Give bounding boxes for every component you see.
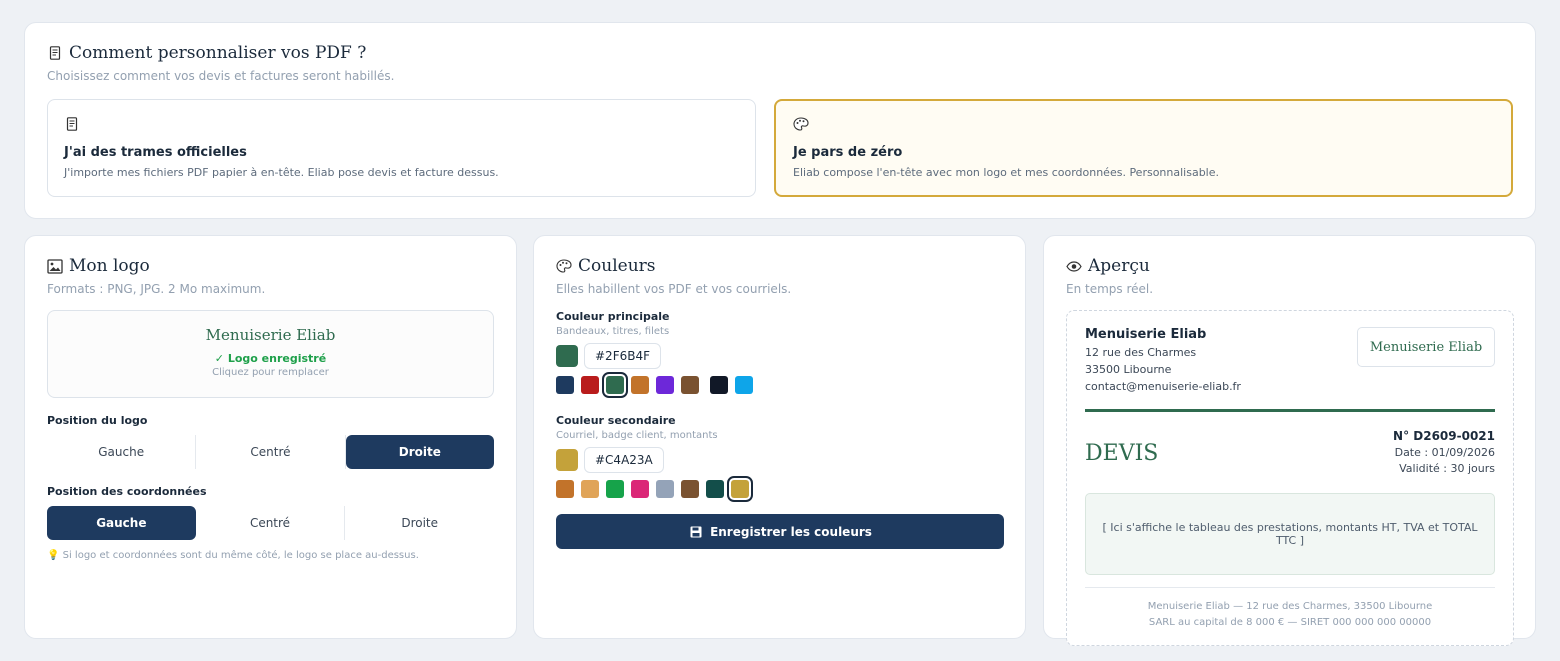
secondary-color-label: Couleur secondaire [556, 414, 676, 427]
coords-position-center[interactable]: Centré [196, 506, 346, 540]
color-swatch[interactable] [735, 376, 753, 394]
preview-doc-type: DEVIS [1085, 441, 1159, 466]
secondary-color-hex-input[interactable]: #C4A23A [584, 447, 664, 473]
choice-official-templates[interactable]: J'ai des trames officielles J'importe me… [47, 99, 756, 197]
primary-color-hint: Bandeaux, titres, filets [556, 326, 670, 337]
position-tip: 💡 Si logo et coordonnées sont du même cô… [47, 550, 419, 561]
preview-doc-validity: Validité : 30 jours [1399, 462, 1495, 475]
color-swatch[interactable] [606, 480, 624, 498]
preview-doc-number: N° D2609-0021 [1393, 429, 1495, 443]
pdf-preview-document: Menuiserie Eliab 12 rue des Charmes 3350… [1066, 310, 1514, 646]
primary-swatch-row [556, 372, 1003, 398]
color-swatch[interactable] [581, 376, 599, 394]
eye-icon [1066, 258, 1082, 274]
preview-subtitle: En temps réel. [1066, 282, 1154, 296]
primary-color-label: Couleur principale [556, 310, 670, 323]
pdf-mode-card: Comment personnaliser vos PDF ? Choisiss… [24, 22, 1536, 219]
choice-description: Eliab compose l'en-tête avec mon logo et… [793, 166, 1220, 179]
color-swatch[interactable] [602, 372, 628, 398]
preview-footer-line: SARL au capital de 8 000 € — SIRET 000 0… [1148, 617, 1432, 628]
colors-card: Couleurs Elles habillent vos PDF et vos … [533, 235, 1026, 639]
save-colors-button[interactable]: Enregistrer les couleurs [556, 514, 1004, 549]
coords-position-left[interactable]: Gauche [47, 506, 196, 540]
palette-icon [793, 116, 809, 132]
colors-card-title: Couleurs [556, 256, 1003, 276]
preview-header-rule [1085, 409, 1495, 412]
secondary-color-picker[interactable] [556, 449, 578, 471]
logo-position-center[interactable]: Centré [196, 435, 346, 469]
preview-footer-line: Menuiserie Eliab — 12 rue des Charmes, 3… [1147, 601, 1433, 612]
color-swatch[interactable] [656, 376, 674, 394]
color-swatch[interactable] [556, 480, 574, 498]
primary-color-hex-input[interactable]: #2F6B4F [584, 343, 661, 369]
logo-heading: Mon logo [69, 256, 150, 276]
colors-heading: Couleurs [578, 256, 656, 276]
pdf-mode-subtitle: Choisissez comment vos devis et factures… [47, 69, 395, 83]
preview-footer: Menuiserie Eliab — 12 rue des Charmes, 3… [1085, 599, 1495, 631]
choice-title: Je pars de zéro [793, 145, 903, 160]
logo-replace-hint: Cliquez pour remplacer [212, 367, 329, 378]
choice-from-scratch[interactable]: Je pars de zéro Eliab compose l'en-tête … [774, 99, 1513, 197]
preview-table-placeholder: [ Ici s'affiche le tableau des prestatio… [1085, 493, 1495, 575]
save-colors-label: Enregistrer les couleurs [710, 524, 872, 539]
preview-doc-meta: N° D2609-0021 Date : 01/09/2026 Validité… [1393, 429, 1495, 475]
coords-position-right[interactable]: Droite [345, 506, 494, 540]
preview-heading: Aperçu [1088, 256, 1150, 276]
palette-icon [556, 258, 572, 274]
logo-position-label: Position du logo [47, 414, 148, 427]
pdf-mode-heading: Comment personnaliser vos PDF ? [69, 43, 367, 63]
pdf-mode-title: Comment personnaliser vos PDF ? [47, 43, 1513, 63]
color-swatch[interactable] [727, 476, 753, 502]
logo-position-right[interactable]: Droite [345, 435, 494, 469]
color-swatch[interactable] [681, 376, 699, 394]
logo-position-left[interactable]: Gauche [47, 435, 197, 469]
logo-position-toggle: Gauche Centré Droite [47, 435, 494, 469]
choice-description: J'importe mes fichiers PDF papier à en-t… [64, 166, 499, 179]
preview-logo: Menuiserie Eliab [1357, 327, 1495, 367]
logo-card: Mon logo Formats : PNG, JPG. 2 Mo maximu… [24, 235, 517, 639]
preview-email: contact@menuiserie-eliab.fr [1085, 380, 1241, 393]
color-swatch[interactable] [556, 376, 574, 394]
color-swatch[interactable] [710, 376, 728, 394]
preview-footer-rule [1085, 587, 1495, 588]
secondary-swatch-row [556, 476, 1003, 502]
color-swatch[interactable] [631, 480, 649, 498]
document-icon [64, 116, 80, 132]
logo-card-title: Mon logo [47, 256, 494, 276]
coords-position-label: Position des coordonnées [47, 485, 207, 498]
color-swatch[interactable] [706, 480, 724, 498]
color-swatch[interactable] [656, 480, 674, 498]
preview-doc-date: Date : 01/09/2026 [1394, 446, 1495, 459]
color-swatch[interactable] [581, 480, 599, 498]
picture-icon [47, 258, 63, 274]
logo-saved-status: ✓ Logo enregistré [214, 352, 327, 365]
coords-position-toggle: Gauche Centré Droite [47, 506, 494, 540]
logo-subtitle: Formats : PNG, JPG. 2 Mo maximum. [47, 282, 266, 296]
secondary-color-hint: Courriel, badge client, montants [556, 430, 718, 441]
preview-card-title: Aperçu [1066, 256, 1513, 276]
preview-card: Aperçu En temps réel. Menuiserie Eliab 1… [1043, 235, 1536, 646]
color-swatch[interactable] [631, 376, 649, 394]
color-swatch[interactable] [681, 480, 699, 498]
choice-title: J'ai des trames officielles [64, 145, 247, 160]
document-icon [47, 45, 63, 61]
primary-color-picker[interactable] [556, 345, 578, 367]
logo-upload-dropzone[interactable]: Menuiserie Eliab ✓ Logo enregistré Cliqu… [47, 310, 494, 398]
floppy-disk-icon [688, 524, 704, 540]
logo-preview: Menuiserie Eliab [205, 326, 336, 344]
colors-subtitle: Elles habillent vos PDF et vos courriels… [556, 282, 792, 296]
